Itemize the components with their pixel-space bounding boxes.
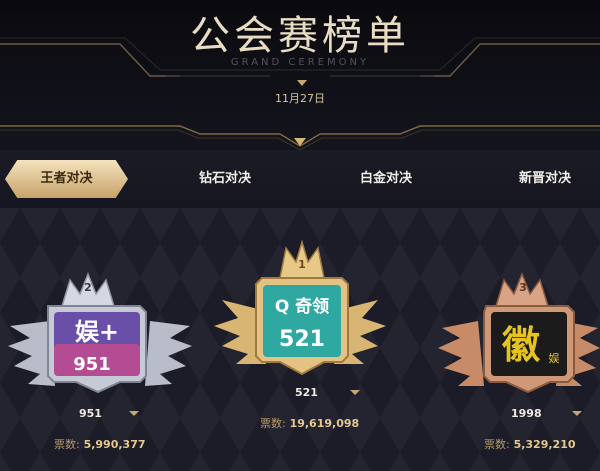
date-arrow-icon — [297, 80, 307, 86]
rank-number: 1 — [298, 258, 306, 271]
page-subtitle: GRAND CEREMONY — [230, 57, 370, 68]
header: 公会赛榜单 GRAND CEREMONY 11月27日 — [0, 0, 600, 150]
votes-value: 5,990,377 — [83, 438, 146, 451]
svg-text:娱+: 娱+ — [75, 318, 119, 346]
tab-bar: 王者对决 钻石对决 白金对决 新晋对决 — [0, 150, 600, 208]
chevron-down-icon[interactable] — [350, 390, 360, 395]
tab-king[interactable]: 王者对决 — [5, 160, 128, 198]
votes-label: 票数: — [54, 438, 80, 451]
tab-diamond[interactable]: 钻石对决 — [165, 160, 285, 198]
chevron-down-icon[interactable] — [129, 411, 139, 416]
tab-newcomer[interactable]: 新晋对决 — [485, 160, 600, 198]
page-title: 公会赛榜单 — [190, 13, 410, 59]
entry-name: 1998 — [511, 407, 542, 420]
votes-value: 19,619,098 — [289, 417, 360, 430]
vote-count: 票数: 19,619,098 — [260, 415, 359, 431]
vote-count: 票数: 5,329,210 — [484, 436, 576, 452]
tab-platinum[interactable]: 白金对决 — [326, 160, 446, 198]
ranking-entry-3[interactable]: 徽 娱 3 1998 票数: 5,329,210 — [400, 208, 600, 471]
entry-name: 951 — [79, 407, 102, 420]
votes-value: 5,329,210 — [513, 438, 576, 451]
svg-text:951: 951 — [73, 354, 111, 375]
date-label: 11月27日 — [275, 92, 325, 105]
ranking-podium: 娱+ 951 2 951 票数: 5,990,377 Q 奇领 521 1 52… — [0, 208, 600, 471]
entry-name: 521 — [295, 386, 318, 399]
rank-number: 3 — [519, 281, 527, 294]
svg-text:521: 521 — [279, 327, 325, 352]
silver-badge-icon: 娱+ 951 — [8, 271, 192, 394]
svg-text:娱: 娱 — [549, 351, 560, 365]
rank-number: 2 — [84, 281, 92, 294]
svg-text:Q 奇领: Q 奇领 — [275, 296, 329, 317]
votes-label: 票数: — [484, 438, 510, 451]
ranking-entry-2[interactable]: 娱+ 951 2 951 票数: 5,990,377 — [0, 208, 200, 471]
chevron-down-icon[interactable] — [572, 411, 582, 416]
vote-count: 票数: 5,990,377 — [54, 436, 146, 452]
ranking-entry-1[interactable]: Q 奇领 521 1 521 票数: 19,619,098 — [200, 208, 400, 471]
bronze-badge-icon: 徽 娱 — [438, 271, 600, 394]
svg-text:徽: 徽 — [501, 323, 541, 367]
votes-label: 票数: — [260, 417, 286, 430]
